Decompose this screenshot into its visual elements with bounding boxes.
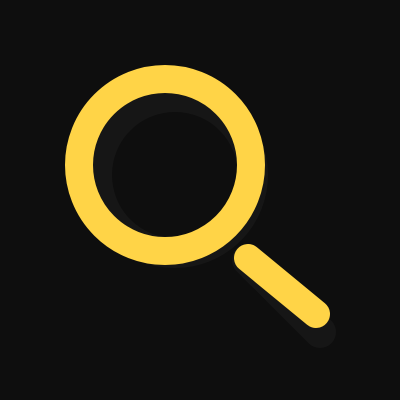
icon-canvas (0, 0, 400, 400)
search-icon (65, 65, 336, 348)
search-icon-button[interactable] (0, 0, 400, 400)
